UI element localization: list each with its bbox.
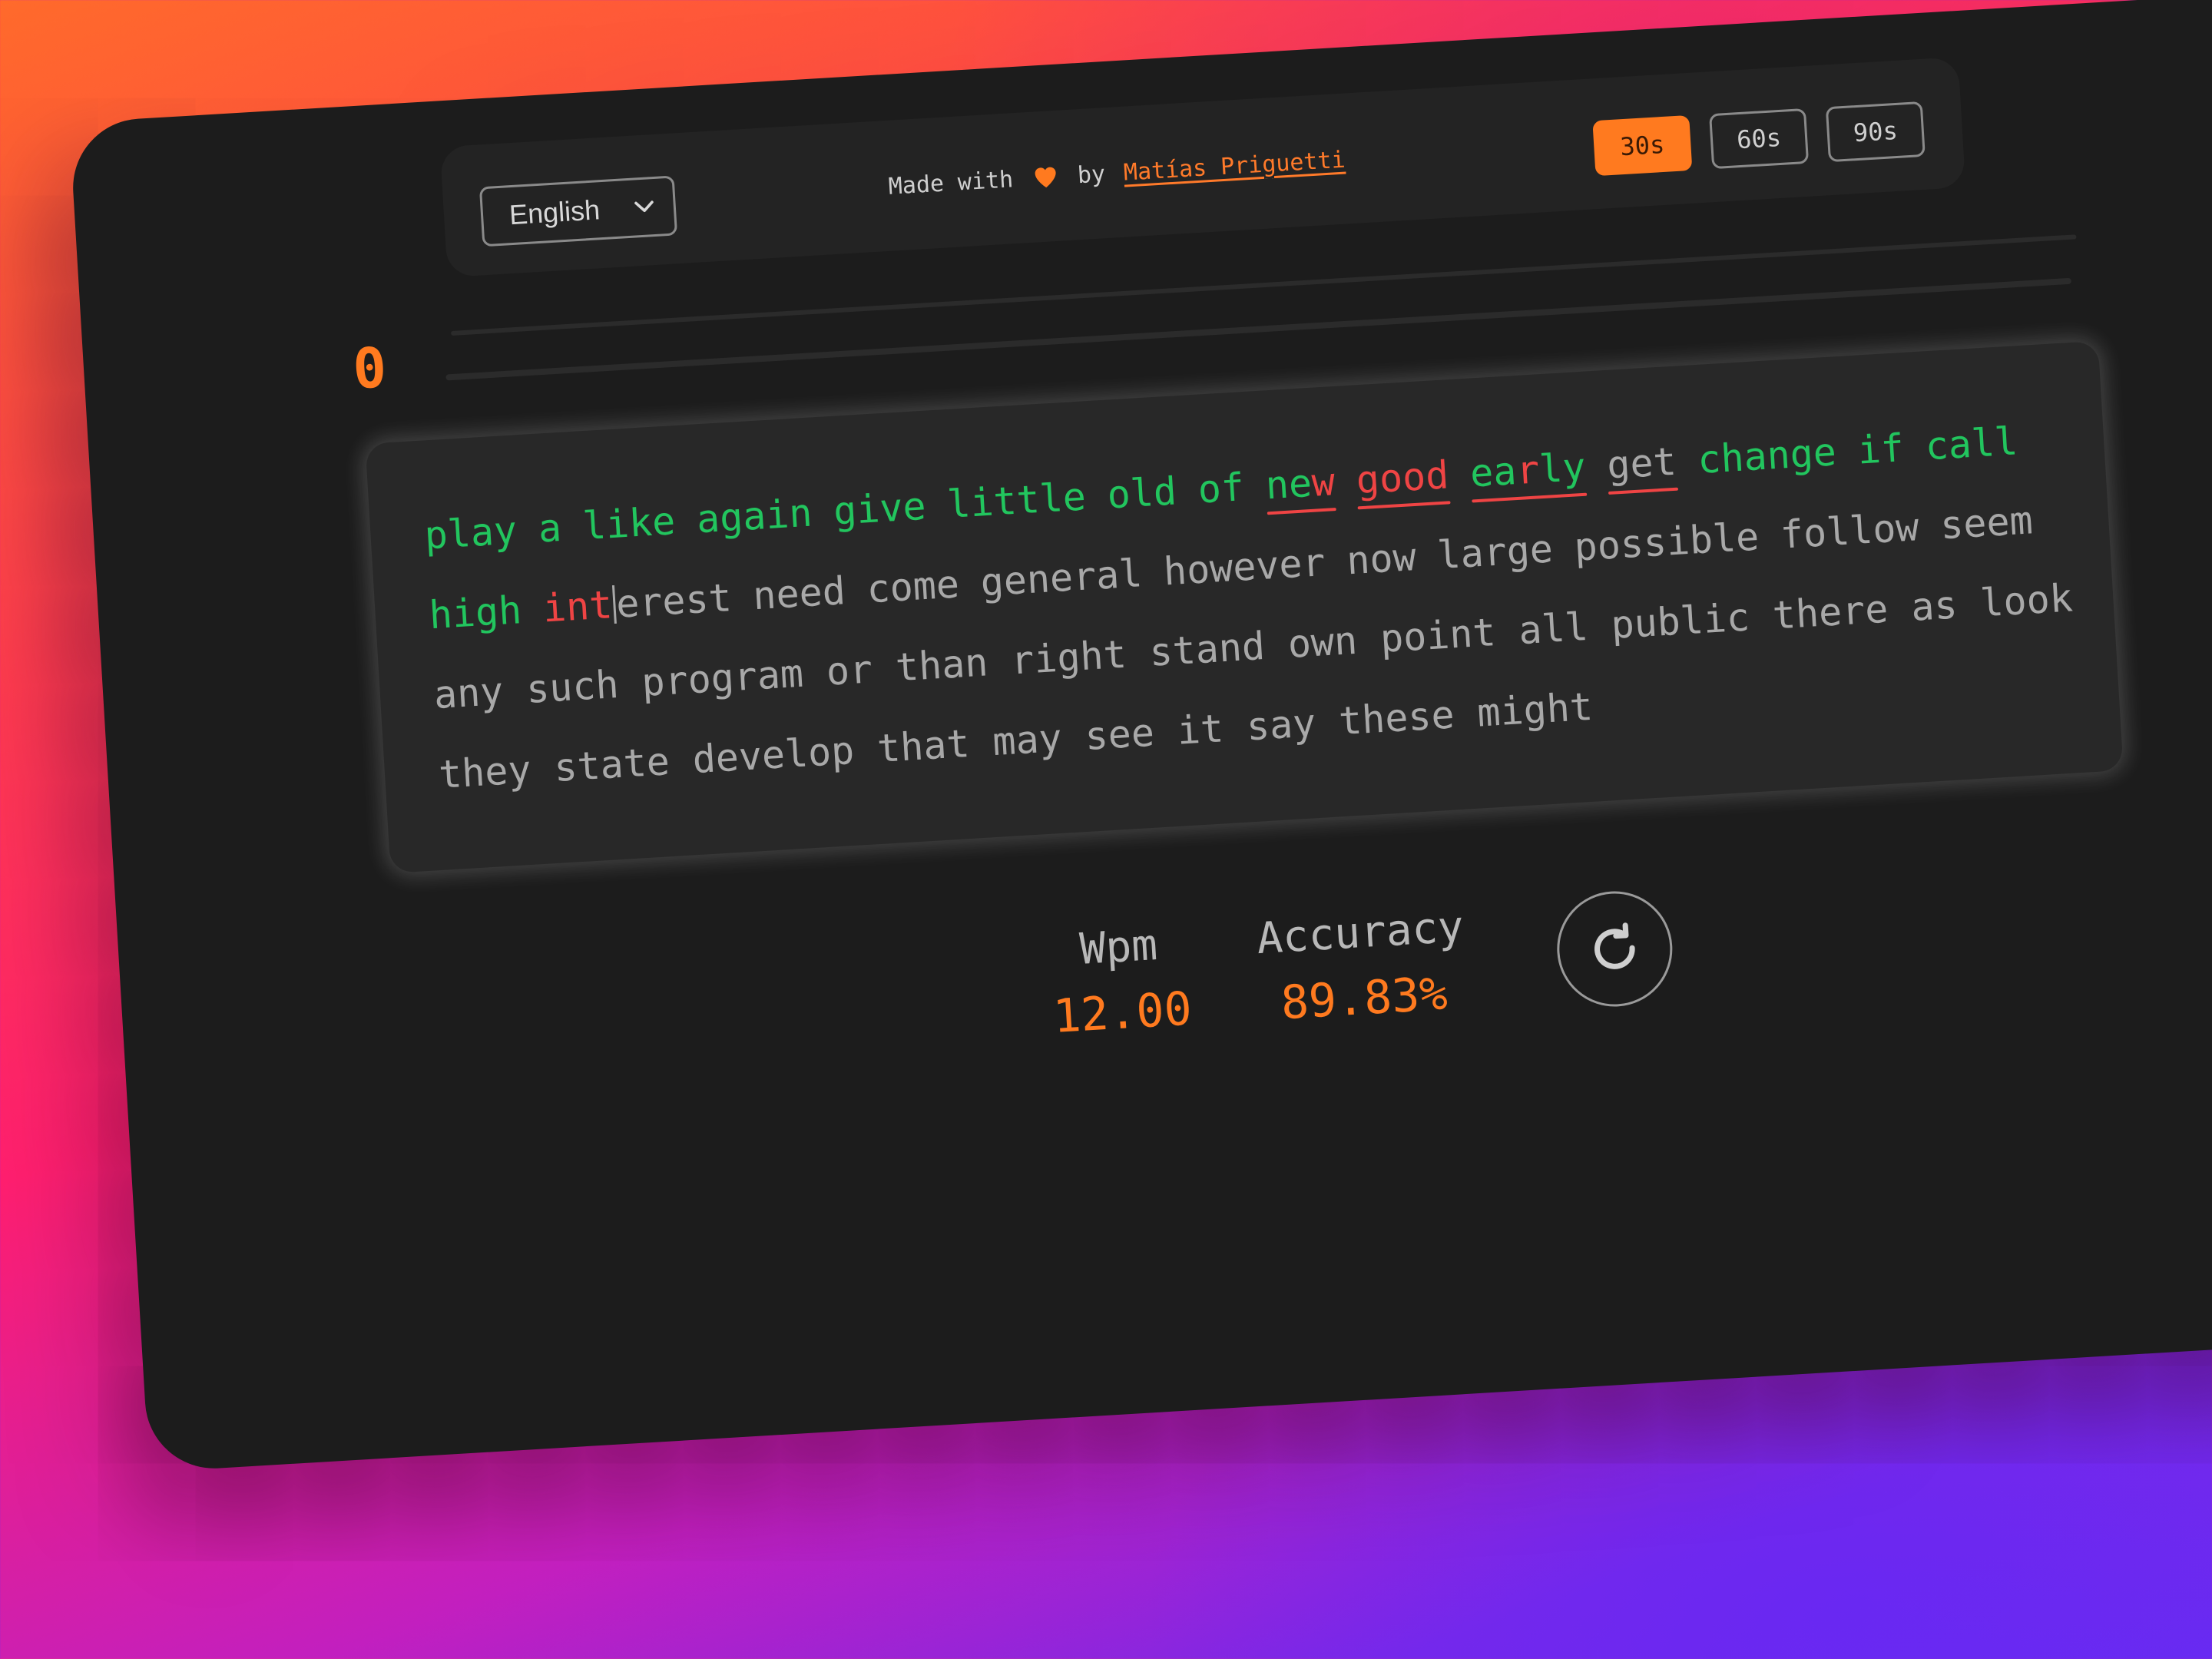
credits: Made with by Matías Priguetti bbox=[888, 146, 1346, 200]
typing-text-box[interactable]: play a like again give little old of new good earl… bbox=[365, 340, 2124, 873]
word: high bbox=[428, 588, 523, 638]
restart-button[interactable] bbox=[1554, 888, 1676, 1010]
time-option-90s[interactable]: 90s bbox=[1825, 101, 1926, 163]
word: however bbox=[1162, 540, 1327, 594]
by-label: by bbox=[1076, 160, 1107, 189]
heart-icon bbox=[1035, 167, 1056, 188]
language-select-value: English bbox=[508, 194, 601, 231]
word: if bbox=[1856, 426, 1906, 473]
time-option-60s[interactable]: 60s bbox=[1709, 108, 1810, 170]
word: a bbox=[537, 505, 563, 551]
word: give bbox=[832, 483, 928, 534]
word: come bbox=[865, 561, 961, 612]
accuracy-stat: Accuracy 89.83% bbox=[1255, 902, 1469, 1031]
stats: Wpm 12.00 Accuracy 89.83% bbox=[1048, 902, 1469, 1044]
word: seem bbox=[1939, 498, 2035, 548]
word: possible bbox=[1572, 514, 1760, 570]
scene: English Made with by Matías Priguetti 30… bbox=[0, 0, 2212, 1659]
word: call bbox=[1924, 419, 2019, 469]
accuracy-value: 89.83% bbox=[1279, 966, 1449, 1031]
restart-icon bbox=[1594, 922, 1635, 969]
word: like bbox=[581, 498, 677, 549]
word: little bbox=[945, 474, 1088, 528]
language-select[interactable]: English bbox=[478, 175, 678, 247]
word: get bbox=[1604, 422, 1678, 505]
word: now bbox=[1345, 535, 1418, 584]
word: of bbox=[1197, 465, 1246, 512]
time-option-30s[interactable]: 30s bbox=[1592, 114, 1693, 177]
accuracy-label: Accuracy bbox=[1255, 902, 1465, 965]
word: general bbox=[979, 551, 1144, 605]
word: new bbox=[1263, 442, 1337, 525]
word: old bbox=[1105, 469, 1178, 518]
chevron-down-icon bbox=[634, 200, 654, 213]
wpm-stat: Wpm 12.00 bbox=[1048, 919, 1193, 1044]
word: large bbox=[1435, 526, 1555, 578]
wpm-label: Wpm bbox=[1078, 919, 1159, 975]
word: play bbox=[422, 508, 518, 558]
word: good bbox=[1354, 435, 1451, 520]
word: need bbox=[751, 568, 847, 619]
wpm-value: 12.00 bbox=[1051, 982, 1194, 1044]
word: follow bbox=[1779, 505, 1921, 558]
header: English Made with by Matías Priguetti 30… bbox=[439, 57, 1966, 278]
author-link[interactable]: Matías Priguetti bbox=[1123, 146, 1346, 186]
app-window: English Made with by Matías Priguetti 30… bbox=[69, 0, 2212, 1472]
word: interest bbox=[541, 575, 733, 631]
made-with-label: Made with bbox=[887, 165, 1015, 200]
word: again bbox=[695, 490, 813, 542]
time-counter: 0 bbox=[351, 335, 389, 402]
word: change bbox=[1696, 429, 1838, 482]
word: early bbox=[1468, 427, 1588, 514]
